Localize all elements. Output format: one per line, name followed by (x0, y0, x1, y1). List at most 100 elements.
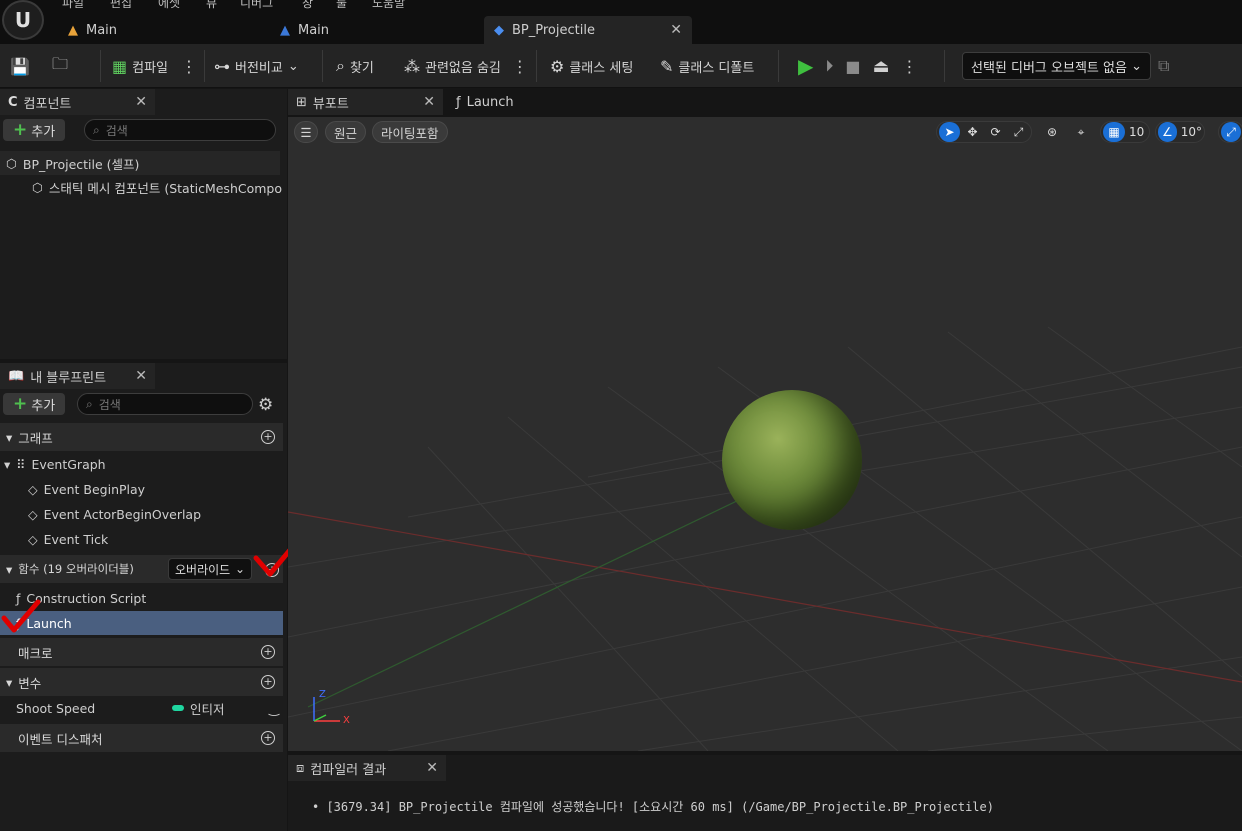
compiler-message: • [3679.34] BP_Projectile 컴파일에 성공했습니다! [… (312, 798, 994, 815)
class-settings-button[interactable]: ⚙ 클래스 세팅 (550, 44, 633, 88)
tree-row-self[interactable]: ⬡ BP_Projectile (셀프) (0, 151, 280, 175)
section-label: 이벤트 디스패처 (18, 731, 103, 747)
perspective-label: 원근 (334, 125, 358, 141)
viewport-options-button[interactable]: ☰ (294, 121, 318, 143)
play-icon[interactable]: ▶ (798, 54, 813, 78)
stop-icon[interactable]: ■ (845, 57, 860, 76)
event-graph-label: EventGraph (31, 456, 106, 472)
visibility-eye-icon[interactable]: ‿ (269, 701, 279, 716)
viewport[interactable]: Z X ☰ 원근 라이팅포함 ➤ ✥ ⟳ ⤢ ⊛ ⌖ ▦ 10 ∠ 10° ⤢ (288, 117, 1242, 751)
book-icon: 📖 (8, 368, 25, 384)
tree-row-event[interactable]: ◇ Event ActorBeginOverlap (28, 502, 283, 526)
add-label: 추가 (31, 124, 56, 140)
menu-window[interactable]: 창 (302, 0, 313, 11)
add-component-button[interactable]: + 추가 (3, 119, 66, 141)
viewport-grid-icon: ⊞ (296, 94, 307, 110)
rotation-snap-group[interactable]: ∠ 10° (1155, 121, 1205, 143)
select-cursor-icon[interactable]: ➤ (939, 122, 960, 142)
dispatchers-section-header[interactable]: 이벤트 디스패처 + (0, 724, 283, 752)
launch-tab[interactable]: ƒ Launch (448, 89, 568, 115)
perspective-button[interactable]: 원근 (325, 121, 367, 143)
maximize-icon: ⤢ (1221, 122, 1241, 142)
menu-debug[interactable]: 디버그 (240, 0, 273, 11)
viewport-tab[interactable]: ⊞ 뷰포트 ✕ (288, 89, 443, 115)
plus-icon: + (13, 394, 28, 414)
add-circle-icon[interactable]: + (261, 675, 275, 689)
add-circle-icon[interactable]: + (261, 645, 275, 659)
grid-snap-value: 10 (1129, 125, 1145, 139)
menu-tools[interactable]: 툴 (336, 0, 347, 11)
close-icon[interactable]: ✕ (670, 22, 682, 38)
grid-snap-group[interactable]: ▦ 10 (1100, 121, 1150, 143)
variables-section-header[interactable]: ▾ 변수 + (0, 668, 283, 696)
step-icon[interactable]: ⏵ (825, 56, 833, 76)
hide-unrelated-button[interactable]: ⁂ 관련없음 숨김 ⋮ (404, 44, 528, 88)
tree-row-event[interactable]: ◇ Event BeginPlay (28, 477, 283, 501)
rotate-icon[interactable]: ⟳ (985, 122, 1006, 142)
more-options-icon[interactable]: ⋮ (902, 57, 918, 76)
camera-speed-group[interactable]: ⤢ (1218, 121, 1242, 143)
browse-button[interactable]: 🗀 (52, 44, 68, 88)
my-blueprint-tab[interactable]: 📖 내 블루프린트 ✕ (0, 363, 155, 389)
more-options-icon[interactable]: ⋮ (512, 57, 528, 76)
tree-row-static-mesh[interactable]: ⬡ 스태틱 메시 컴포넌트 (StaticMeshCompo (0, 175, 285, 199)
gear-icon[interactable]: ⚙ (258, 395, 273, 415)
function-label: Construction Script (26, 590, 147, 606)
close-icon[interactable]: ✕ (135, 94, 147, 110)
level-icon: ▲ (280, 22, 290, 38)
move-icon[interactable]: ✥ (962, 122, 983, 142)
search-placeholder: 검색 (98, 397, 121, 412)
menu-view[interactable]: 뷰 (206, 0, 217, 11)
unreal-logo-icon[interactable]: U (2, 0, 44, 40)
function-icon: ƒ (456, 94, 461, 110)
section-label: 매크로 (18, 645, 53, 661)
components-tab[interactable]: C 컴포넌트 ✕ (0, 89, 155, 115)
section-label: 변수 (18, 675, 42, 691)
add-member-button[interactable]: + 추가 (3, 393, 66, 415)
components-search-input[interactable]: ⌕ 검색 (84, 119, 276, 141)
cube-icon: ⬡ (6, 155, 17, 171)
menu-edit[interactable]: 편집 (110, 0, 132, 11)
diff-button[interactable]: ⊶ 버전비교 ⌄ (214, 44, 299, 88)
tree-row-event[interactable]: ◇ Event Tick (28, 527, 283, 551)
menu-help[interactable]: 도움말 (372, 0, 405, 11)
override-dropdown[interactable]: 오버라이드 ⌄ (168, 558, 252, 580)
find-button[interactable]: ⌕ 찾기 (336, 44, 374, 88)
scale-icon[interactable]: ⤢ (1008, 122, 1029, 142)
graphs-section-header[interactable]: ▾ 그래프 + (0, 423, 283, 451)
tree-row-construction-script[interactable]: ƒ Construction Script (16, 586, 283, 610)
doc-tab-bp-projectile[interactable]: ◆ BP_Projectile ✕ (484, 16, 692, 44)
class-defaults-button[interactable]: ✎ 클래스 디폴트 (660, 44, 754, 88)
debug-object-select[interactable]: 선택된 디버그 오브젝트 없음 ⌄ (962, 52, 1151, 80)
viewport-tab-label: 뷰포트 (312, 96, 349, 112)
compiler-results-tab[interactable]: ⧈ 컴파일러 결과 ✕ (288, 755, 446, 781)
my-blueprint-search-input[interactable]: ⌕ 검색 (77, 393, 253, 415)
world-local-icon[interactable]: ⊛ (1041, 122, 1063, 142)
macros-section-header[interactable]: 매크로 + (0, 638, 283, 666)
event-label: Event Tick (43, 531, 109, 547)
more-options-icon[interactable]: ⋮ (181, 57, 197, 76)
event-label: Event BeginPlay (43, 481, 146, 497)
add-circle-icon[interactable]: + (261, 731, 275, 745)
surface-snap-icon[interactable]: ⌖ (1070, 122, 1092, 142)
close-icon[interactable]: ✕ (135, 368, 147, 384)
close-icon[interactable]: ✕ (426, 760, 438, 776)
add-circle-icon[interactable]: + (261, 430, 275, 444)
tree-row-variable[interactable]: Shoot Speed 인티저 ‿ (16, 696, 283, 720)
compile-button[interactable]: ▦ 컴파일 ⋮ (112, 44, 197, 88)
close-icon[interactable]: ✕ (423, 94, 435, 110)
menu-file[interactable]: 파일 (62, 0, 84, 11)
projectile-sphere-mesh[interactable] (722, 390, 862, 530)
hamburger-icon: ☰ (300, 124, 312, 140)
save-button[interactable]: 💾 (10, 44, 30, 88)
tree-row-event-graph[interactable]: ▾ ⠿ EventGraph (4, 452, 283, 476)
lit-button[interactable]: 라이팅포함 (372, 121, 448, 143)
compiler-message-text: [3679.34] BP_Projectile 컴파일에 성공했습니다! [소요… (326, 800, 994, 814)
component-label: BP_Projectile (셀프) (22, 156, 140, 172)
eject-icon[interactable]: ⏏ (873, 56, 890, 77)
cube-icon: ⬡ (32, 179, 43, 195)
debug-filter-button[interactable]: ⧉ (1158, 44, 1169, 88)
doc-tab-main-2[interactable]: ▲ Main (270, 16, 480, 44)
menu-asset[interactable]: 에셋 (158, 0, 180, 11)
doc-tab-main-1[interactable]: ▲ Main (58, 16, 268, 44)
